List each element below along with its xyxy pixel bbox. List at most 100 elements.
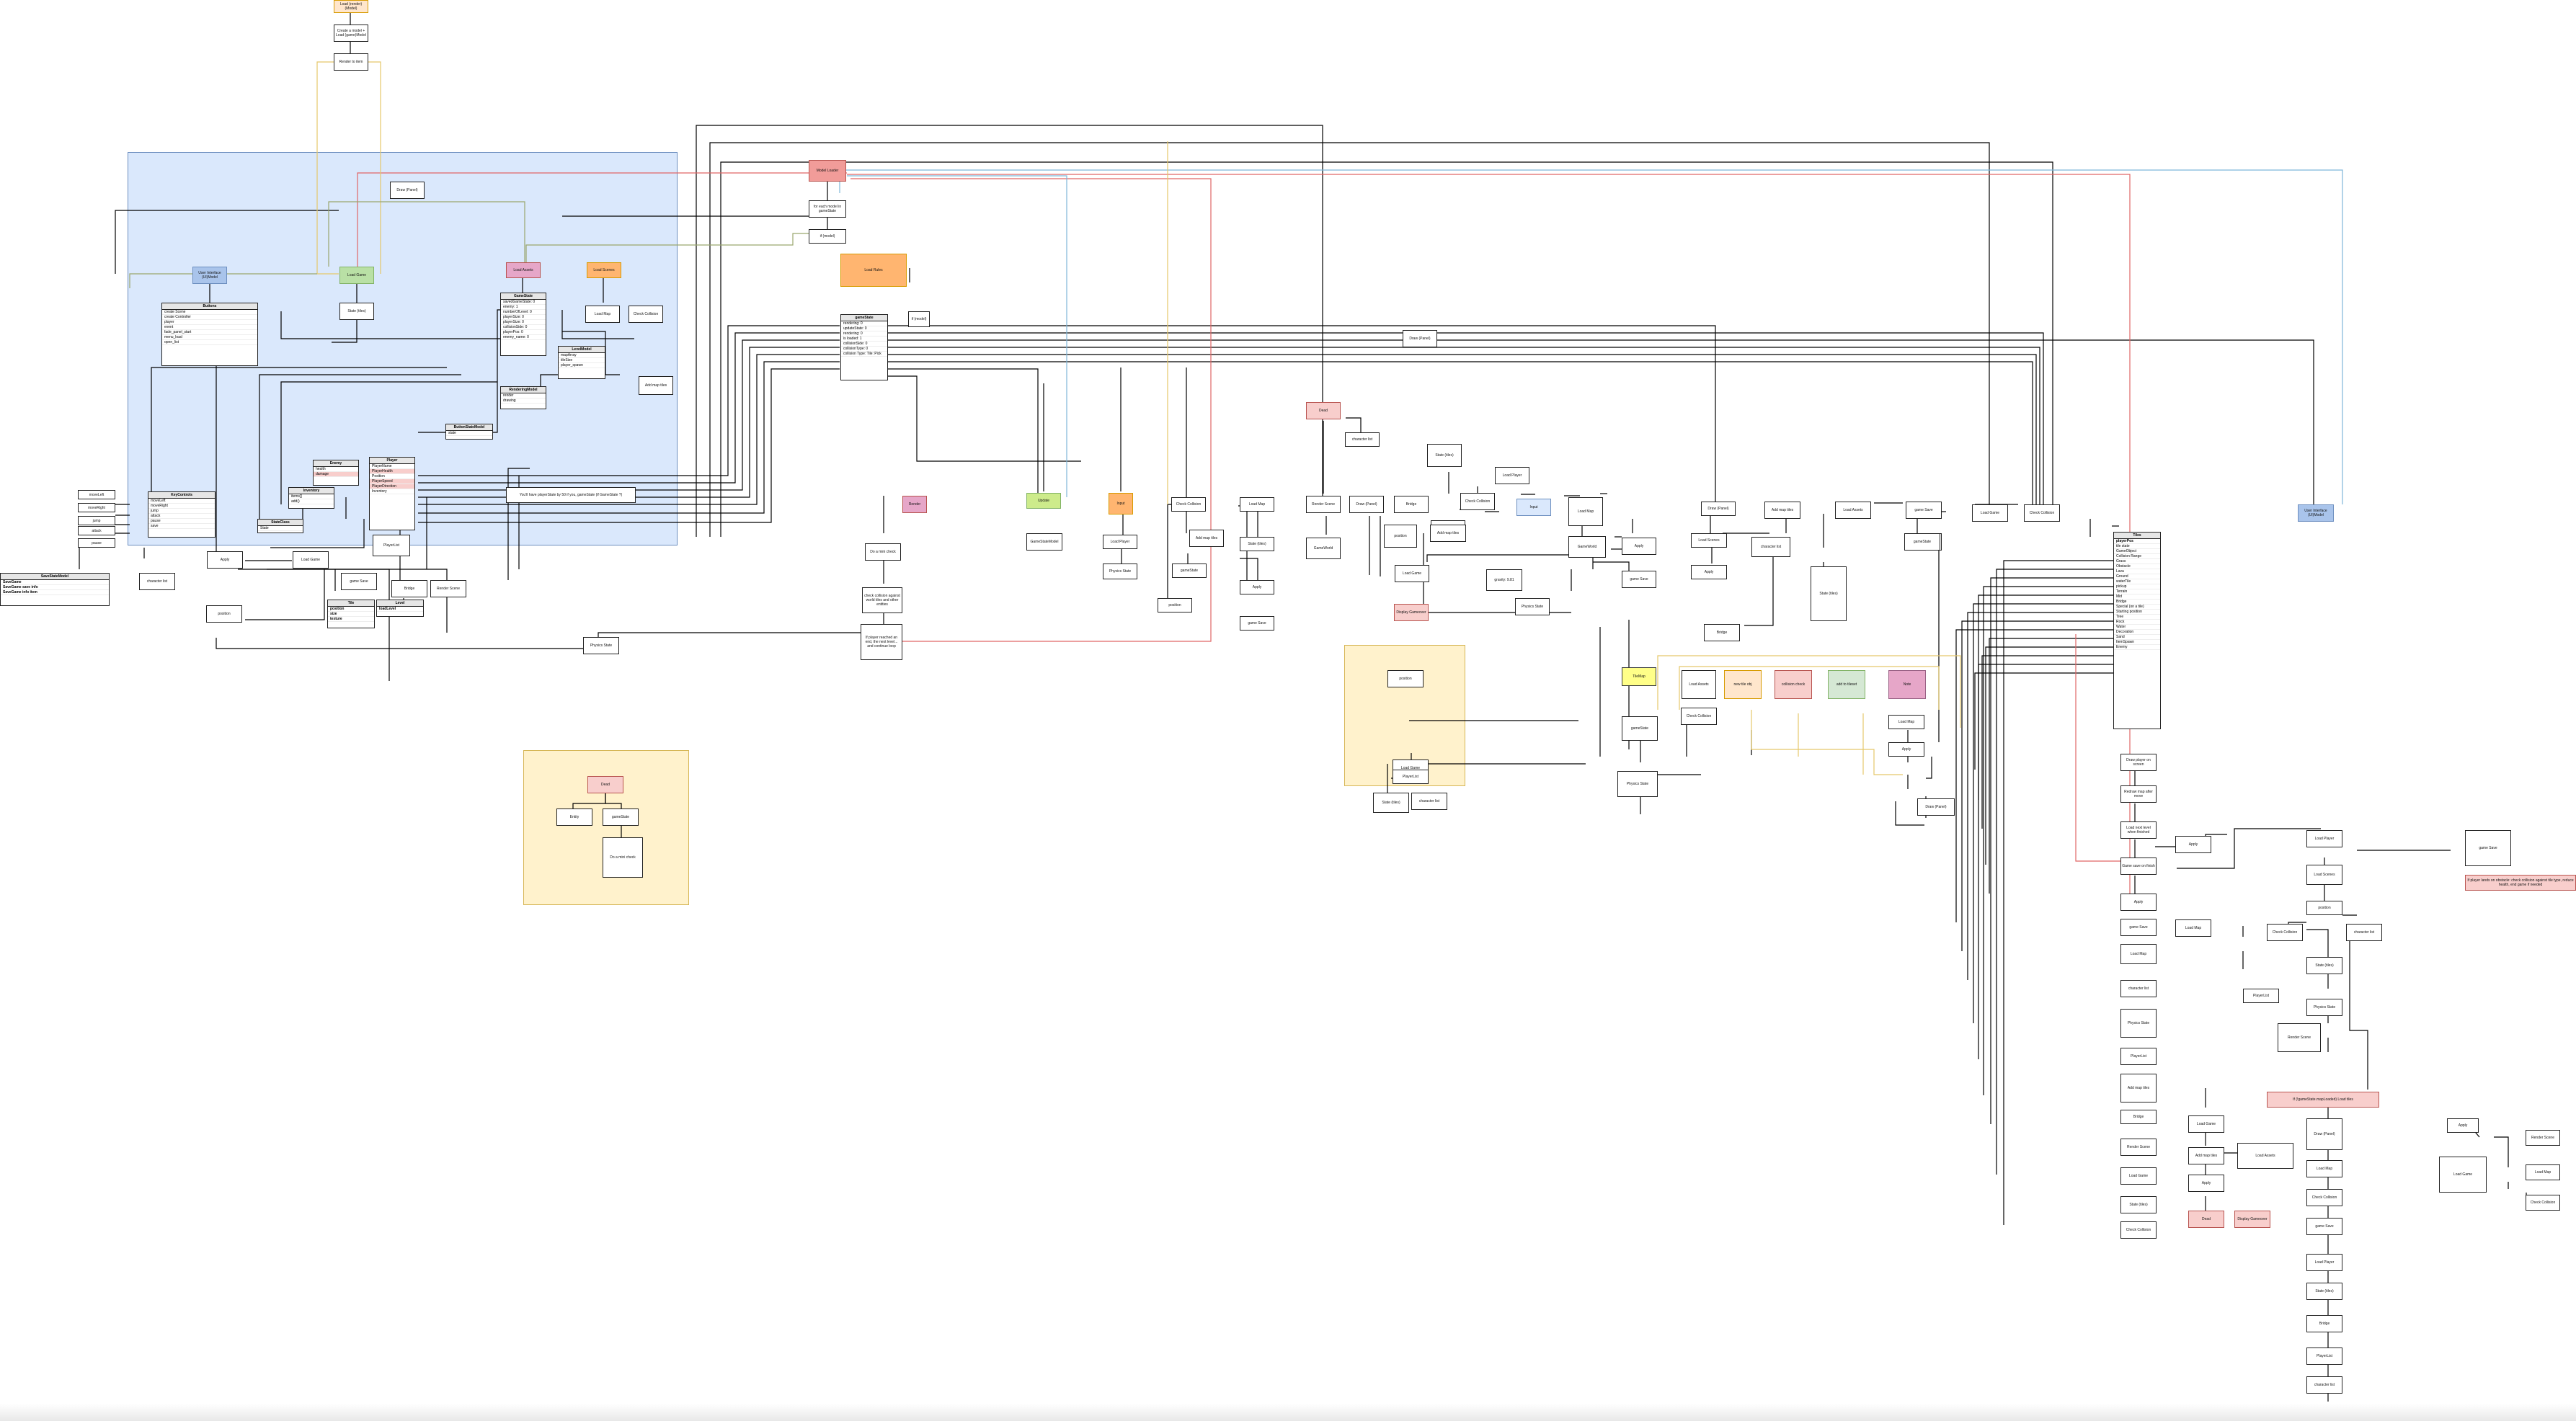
cr-node-23[interactable]: Load Map	[1568, 497, 1603, 526]
center-note-2[interactable]: check collision against world tiles and …	[862, 587, 902, 613]
cr-node-25[interactable]: Apply	[1622, 538, 1656, 555]
cr-node-10[interactable]: GameWorld	[1306, 538, 1341, 559]
yc-node-5[interactable]: Note	[1888, 670, 1926, 699]
center-note-3[interactable]: If player reached an end, the next level…	[861, 624, 902, 660]
yc-node-7[interactable]: gameState	[1622, 716, 1658, 741]
model-sub-node[interactable]: for each model in gameState	[809, 200, 846, 218]
rr-node-9[interactable]: State (tiles)	[2306, 957, 2342, 974]
load-game-node[interactable]: Load Game	[339, 267, 374, 284]
cr-node-2[interactable]: Load Map	[1240, 497, 1274, 512]
rr-node-19[interactable]: Check Collision	[2306, 1189, 2342, 1206]
yc-node-6[interactable]: Check Collision	[1681, 708, 1717, 725]
rr-node-2[interactable]: Apply	[2175, 836, 2211, 853]
load-assets-node[interactable]: Load Assets	[506, 262, 541, 278]
lime-update-node[interactable]: Update	[1026, 493, 1061, 509]
user-interface-node[interactable]: User Interface (UI)Model	[192, 267, 227, 284]
rr-node-5[interactable]: position	[2306, 901, 2342, 915]
cr-node-1[interactable]: Check Collision	[1171, 497, 1206, 512]
yc-node-1[interactable]: Load Assets	[1682, 670, 1716, 699]
yc-node-4[interactable]: add to tileset	[1828, 670, 1865, 699]
rr-node-4[interactable]: Load Scenes	[2306, 865, 2342, 885]
rr-node-21[interactable]: Load Player	[2306, 1254, 2342, 1271]
ru-node-11[interactable]: Load Game	[1972, 504, 2008, 522]
apply-node[interactable]: Apply	[207, 551, 243, 569]
rs-node-10[interactable]: PlayerList	[2120, 1048, 2157, 1065]
red-small-right-a[interactable]: Dead	[2188, 1211, 2224, 1228]
rs-node-13[interactable]: Render Scene	[2120, 1139, 2157, 1156]
cr-node-21[interactable]: gravity: 9.81	[1486, 569, 1522, 591]
rs-node-4[interactable]: Game save on finish	[2120, 858, 2157, 875]
rs-node-16[interactable]: Check Collision	[2120, 1221, 2157, 1239]
create-model-node[interactable]: Create a model + Load (game)Model	[334, 24, 368, 42]
check-collision-node[interactable]: Check Collision	[629, 306, 663, 323]
rs-node-9[interactable]: Physics State	[2120, 1009, 2157, 1038]
ru-node-5[interactable]: Load Assets	[1835, 502, 1871, 519]
rr-node-18[interactable]: Load Map	[2306, 1160, 2342, 1177]
cr-node-22[interactable]: Physics State	[1515, 598, 1550, 615]
cr-node-11[interactable]: Draw (Panel)	[1349, 496, 1384, 513]
blue-small-node[interactable]: Input	[1516, 499, 1551, 516]
cr-node-13[interactable]: position	[1384, 525, 1417, 548]
physics-state-node[interactable]: Physics State	[583, 637, 619, 654]
cr-node-18[interactable]: Check Collision	[1460, 493, 1495, 510]
rr-node-25[interactable]: character list	[2306, 1376, 2342, 1394]
rr-node-8[interactable]: character list	[2346, 924, 2382, 941]
ru-node-9[interactable]: game Save	[1906, 502, 1942, 519]
left-key-a[interactable]: moveLeft	[78, 490, 115, 499]
rs-node-1[interactable]: Draw player on screen	[2120, 754, 2157, 771]
ru-node-12[interactable]: Check Collision	[2024, 504, 2060, 522]
rs-node-14[interactable]: Load Game	[2120, 1167, 2157, 1185]
fr-node-5[interactable]: Check Collision	[2526, 1195, 2560, 1211]
rr-node-15[interactable]: Add map tiles	[2188, 1147, 2224, 1164]
pos-label-node[interactable]: position	[206, 605, 242, 623]
pink-small-node[interactable]: Render	[902, 496, 927, 513]
ru-node-3[interactable]: Apply	[1691, 565, 1727, 579]
bridge-node[interactable]: Bridge	[391, 580, 427, 597]
ru-node-7[interactable]: State (tiles)	[1811, 566, 1847, 621]
red-small-right-b[interactable]: Display Gameover	[2234, 1211, 2270, 1228]
rs-node-5[interactable]: Apply	[2120, 894, 2157, 911]
load-map-node[interactable]: Load Map	[585, 306, 620, 323]
rs-node-15[interactable]: State (tiles)	[2120, 1196, 2157, 1213]
rs-node-3[interactable]: Load next level when finished	[2120, 821, 2157, 839]
center-note-1[interactable]: Do a mini check	[865, 543, 901, 561]
rr-node-20[interactable]: game Save	[2306, 1218, 2342, 1235]
rr-node-16[interactable]: Load Assets	[2237, 1143, 2293, 1169]
cr-node-16[interactable]: State (tiles)	[1427, 444, 1462, 467]
mid-yellow-title[interactable]: position	[1387, 670, 1424, 687]
state-tiles-node[interactable]: State (tiles)	[339, 303, 374, 320]
cr-node-26[interactable]: game Save	[1622, 571, 1656, 588]
rs-node-6[interactable]: game Save	[2120, 919, 2157, 936]
cr-node-19[interactable]: Load Player	[1495, 467, 1529, 484]
fr-node-3[interactable]: Render Scene	[2526, 1130, 2560, 1146]
character-list-node[interactable]: character list	[139, 573, 175, 590]
cr-node-7[interactable]: position	[1158, 598, 1192, 612]
top-start-node[interactable]: Load (render) (Model)	[334, 0, 368, 13]
cr-node-5[interactable]: gameState	[1172, 564, 1207, 578]
add-map-tiles-node[interactable]: Add map tiles	[639, 376, 673, 395]
left-key-e[interactable]: pause	[78, 538, 115, 548]
rr-node-3[interactable]: game Save	[2465, 830, 2511, 866]
load-rules-node[interactable]: Load Rules	[840, 254, 907, 287]
model-loader-node[interactable]: Model Loader	[809, 160, 846, 182]
rs-node-2[interactable]: Redraw map after move	[2120, 785, 2157, 803]
left-key-c[interactable]: jump	[78, 516, 115, 525]
yc-node-3[interactable]: collision check	[1775, 670, 1812, 699]
rr-node-13[interactable]: Load Game	[2188, 1115, 2224, 1133]
lower-right-node[interactable]: gameState	[603, 808, 639, 826]
rr-node-1[interactable]: Load Player	[2306, 830, 2342, 847]
blue-right-node[interactable]: User Interface (UI)Model	[2298, 504, 2334, 522]
ru-node-1[interactable]: Draw (Panel)	[1701, 502, 1736, 516]
rr-node-6[interactable]: Check Collision	[2267, 924, 2303, 941]
lower-left-node[interactable]: Entity	[556, 808, 592, 826]
left-key-b[interactable]: moveRight	[78, 503, 115, 512]
cr-node-20[interactable]: Add map tiles	[1430, 525, 1466, 542]
cr-node-6[interactable]: Apply	[1240, 580, 1274, 594]
lower-bottom-node[interactable]: Do a mini check	[603, 837, 643, 878]
lower-red-node[interactable]: Dead	[587, 776, 623, 793]
rs-node-7[interactable]: Load Map	[2120, 944, 2157, 964]
ru-node-4[interactable]: Add map tiles	[1764, 502, 1800, 519]
rs-node-8[interactable]: character list	[2120, 980, 2157, 997]
player-list-node[interactable]: PlayerList	[373, 535, 410, 556]
red-wide-right[interactable]: If player lands on obstacle: check colli…	[2465, 875, 2576, 891]
